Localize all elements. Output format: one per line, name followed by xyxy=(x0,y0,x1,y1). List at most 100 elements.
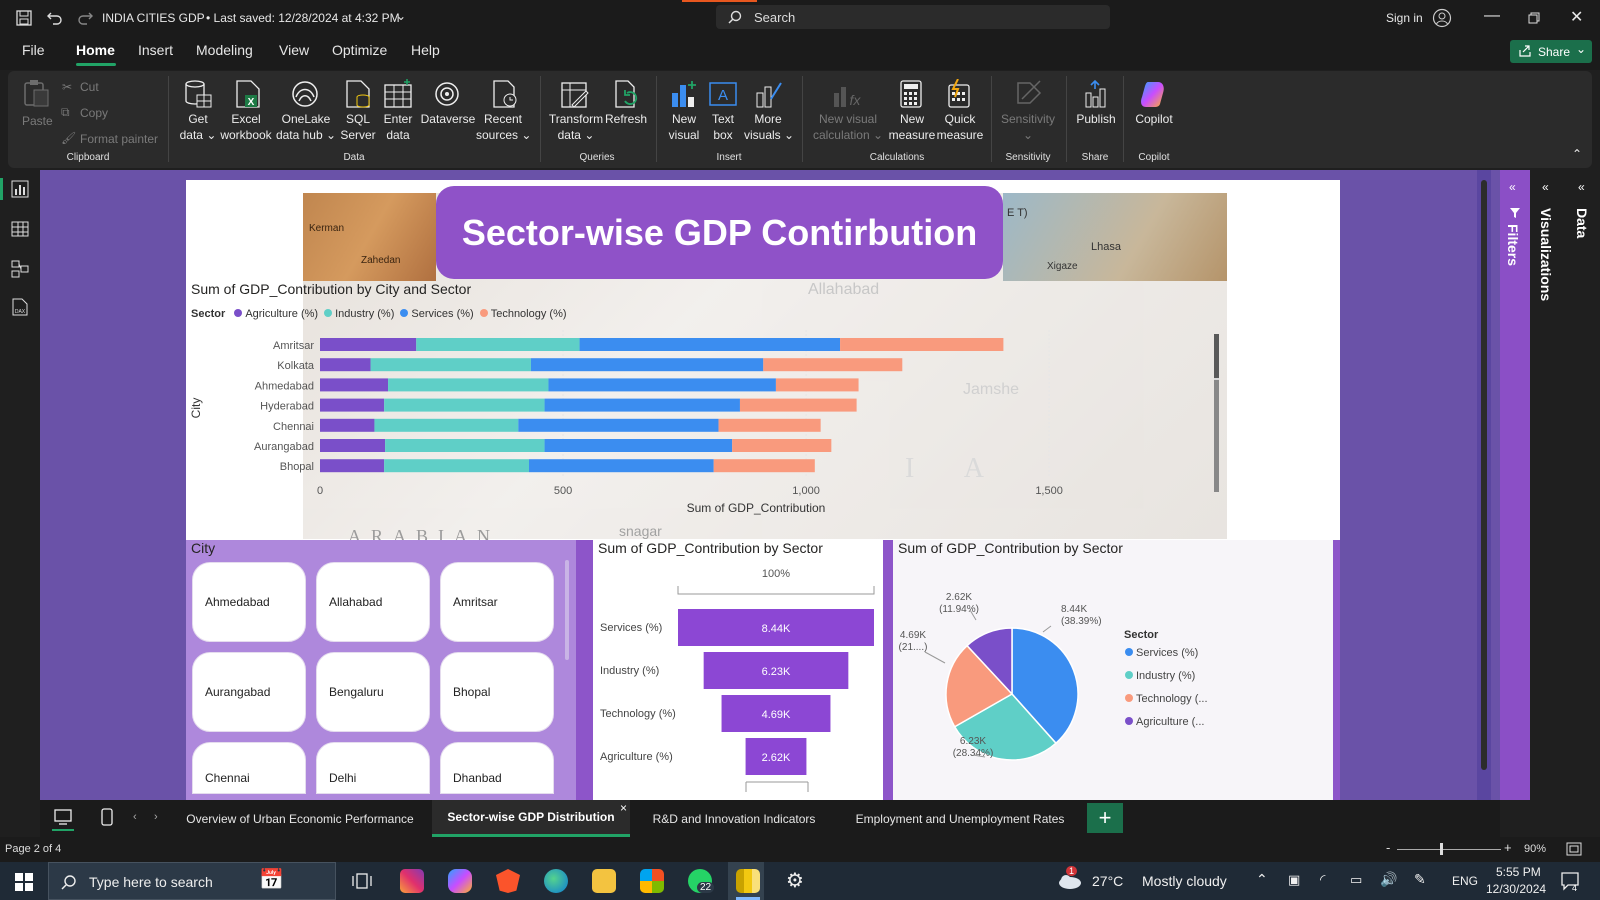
fit-to-page-icon[interactable] xyxy=(1566,842,1582,856)
slicer-item[interactable]: Allahabad xyxy=(316,562,430,642)
format-painter-button[interactable]: Format painter xyxy=(80,131,158,147)
zoom-out-button[interactable]: - xyxy=(1386,840,1390,855)
more-visuals-button[interactable]: More visuals ⌄ xyxy=(744,111,794,143)
bar-segment[interactable] xyxy=(530,358,764,372)
zoom-in-button[interactable]: + xyxy=(1504,840,1512,855)
visual-calculation-icon[interactable]: fx xyxy=(832,79,862,109)
dax-query-view-icon[interactable]: DAX xyxy=(11,298,29,316)
bar-segment[interactable] xyxy=(718,418,821,432)
meet-now-icon[interactable]: ▣ xyxy=(1288,872,1300,888)
pie-legend-marker[interactable] xyxy=(1125,648,1133,656)
bar-segment[interactable] xyxy=(320,398,385,412)
refresh-button[interactable]: Refresh xyxy=(602,111,650,127)
legend-item[interactable]: Services (%) xyxy=(400,308,474,320)
volume-icon[interactable]: 🔊 xyxy=(1380,871,1397,888)
bar-segment[interactable] xyxy=(732,439,832,452)
bar-segment[interactable] xyxy=(388,378,549,392)
search-box[interactable]: Search xyxy=(716,5,1110,29)
settings-gear-icon[interactable]: ⚙ xyxy=(786,868,804,893)
zoom-level[interactable]: 90% xyxy=(1524,843,1546,855)
weather-temperature[interactable]: 27°C xyxy=(1092,873,1123,889)
sign-in-link[interactable]: Sign in xyxy=(1386,11,1423,25)
pie-legend-marker[interactable] xyxy=(1125,671,1133,679)
get-data-button[interactable]: Get data ⌄ xyxy=(178,111,218,143)
menu-view[interactable]: View xyxy=(279,42,309,58)
chart-scrollbar[interactable] xyxy=(1214,334,1219,378)
legend-item[interactable]: Agriculture (%) xyxy=(234,308,318,320)
sql-server-icon[interactable] xyxy=(343,79,373,109)
visualizations-pane-label[interactable]: Visualizations xyxy=(1538,208,1554,301)
calculator-icon[interactable] xyxy=(896,79,926,109)
language-indicator[interactable]: ENG xyxy=(1452,874,1478,888)
quick-measure-button[interactable]: Quick measure xyxy=(934,111,986,143)
onelake-icon[interactable] xyxy=(290,79,320,109)
prev-page-icon[interactable]: ‹ xyxy=(133,811,137,823)
bar-segment[interactable] xyxy=(320,358,371,372)
copilot-icon[interactable] xyxy=(1138,79,1168,109)
chevron-up-icon[interactable]: ⌃ xyxy=(1256,871,1268,888)
desktop-layout-icon[interactable] xyxy=(54,808,72,826)
sensitivity-icon[interactable] xyxy=(1014,79,1044,109)
bar-segment[interactable] xyxy=(713,459,815,473)
slicer-item[interactable]: Bhopal xyxy=(440,652,554,732)
page-tab-rd[interactable]: R&D and Innovation Indicators xyxy=(634,800,834,837)
chart-scrollbar-thumb[interactable] xyxy=(1214,380,1219,492)
bar-segment[interactable] xyxy=(384,459,530,473)
redo-icon[interactable] xyxy=(76,9,94,27)
save-icon[interactable] xyxy=(16,10,32,26)
bar-segment[interactable] xyxy=(374,418,519,432)
close-tab-icon[interactable]: × xyxy=(620,801,627,815)
legend-item[interactable]: Industry (%) xyxy=(324,308,394,320)
copilot-app-icon[interactable] xyxy=(448,869,472,893)
refresh-icon[interactable] xyxy=(612,79,642,109)
bar-segment[interactable] xyxy=(775,378,859,392)
clock-date[interactable]: 12/30/2024 xyxy=(1486,882,1546,896)
menu-home[interactable]: Home xyxy=(76,42,115,58)
menu-file[interactable]: File xyxy=(22,42,45,58)
slicer-item[interactable]: Dhanbad xyxy=(440,742,554,794)
wifi-icon[interactable]: ◜ xyxy=(1320,871,1325,888)
filters-pane[interactable]: « Filters xyxy=(1500,170,1530,800)
table-view-icon[interactable] xyxy=(11,220,29,238)
zoom-slider-track[interactable] xyxy=(1397,849,1501,850)
enter-data-button[interactable]: Enter data xyxy=(378,111,418,143)
dataverse-button[interactable]: Dataverse xyxy=(420,111,476,127)
minimize-icon[interactable]: — xyxy=(1484,7,1500,25)
bar-segment[interactable] xyxy=(739,398,857,412)
file-explorer-icon[interactable] xyxy=(592,869,616,893)
page-tab-overview[interactable]: Overview of Urban Economic Performance xyxy=(172,800,428,837)
edge-browser-icon[interactable] xyxy=(544,869,568,893)
chevron-left-icon[interactable]: « xyxy=(1509,180,1516,194)
add-page-button[interactable]: + xyxy=(1087,803,1123,833)
bar-segment[interactable] xyxy=(384,398,545,412)
publish-button[interactable]: Publish xyxy=(1072,111,1120,127)
slicer-item[interactable]: Delhi xyxy=(316,742,430,794)
bar-segment[interactable] xyxy=(320,378,389,392)
model-view-icon[interactable] xyxy=(11,260,29,278)
bar-segment[interactable] xyxy=(518,418,719,432)
bar-segment[interactable] xyxy=(529,459,714,473)
pen-icon[interactable]: ✎ xyxy=(1414,871,1426,888)
power-bi-icon[interactable] xyxy=(736,869,760,893)
bar-segment[interactable] xyxy=(320,459,385,473)
legend-item[interactable]: Technology (%) xyxy=(479,308,567,320)
stacked-bar-chart[interactable]: 0 500 1,000 1,500 Amritsar Kolkata Ahmedabad Hy… xyxy=(186,330,1226,530)
data-pane-label[interactable]: Data xyxy=(1574,208,1590,238)
undo-icon[interactable] xyxy=(46,9,64,27)
instagram-icon[interactable] xyxy=(400,869,424,893)
bar-segment[interactable] xyxy=(544,439,733,452)
slicer-item[interactable]: Amritsar xyxy=(440,562,554,642)
transform-data-icon[interactable] xyxy=(560,79,590,109)
text-box-icon[interactable]: A xyxy=(708,79,738,109)
bar-segment[interactable] xyxy=(320,439,386,452)
canvas-scrollbar[interactable] xyxy=(1481,180,1487,770)
slicer-item[interactable]: Chennai xyxy=(192,742,306,794)
restore-icon[interactable] xyxy=(1528,12,1540,24)
file-title[interactable]: INDIA CITIES GDP xyxy=(102,11,205,25)
paste-label[interactable]: Paste xyxy=(22,113,53,129)
report-view-icon[interactable] xyxy=(11,180,29,198)
clock-time[interactable]: 5:55 PM xyxy=(1496,865,1541,879)
sql-server-button[interactable]: SQL Server xyxy=(338,111,378,143)
pie-legend-marker[interactable] xyxy=(1125,694,1133,702)
pie-chart[interactable]: 8.44K(38.39%) 6.23K(28.34%) 4.69K(21....) 2… xyxy=(893,560,1333,800)
